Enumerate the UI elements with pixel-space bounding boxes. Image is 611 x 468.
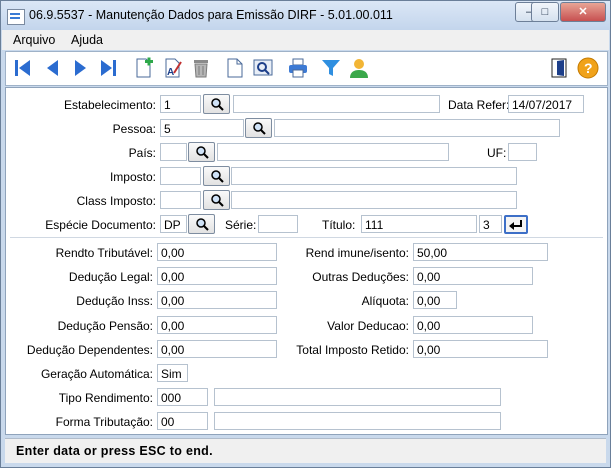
search-icon: [196, 146, 209, 159]
search-icon: [211, 194, 224, 207]
estabelecimento-lookup-button[interactable]: [203, 94, 230, 114]
imposto-field[interactable]: [160, 167, 201, 185]
especie-lookup-button[interactable]: [188, 214, 215, 234]
first-icon[interactable]: [12, 57, 34, 79]
outras-deducoes-label: Outras Deduções:: [312, 270, 409, 284]
titulo-label: Título:: [322, 218, 356, 232]
total-imposto-retido-field[interactable]: 0,00: [413, 340, 548, 358]
close-button[interactable]: ✕: [560, 2, 606, 22]
search-icon: [253, 122, 266, 135]
status-bar: Enter data or press ESC to end.: [5, 438, 606, 463]
estabelecimento-desc: [233, 95, 440, 113]
svg-text:A: A: [167, 67, 174, 78]
add-icon[interactable]: [133, 57, 155, 79]
especie-field[interactable]: DP: [160, 215, 187, 233]
class-imposto-field[interactable]: [160, 191, 201, 209]
deducao-legal-label: Dedução Legal:: [68, 270, 153, 284]
new-doc-icon[interactable]: [224, 57, 246, 79]
svg-text:?: ?: [584, 60, 593, 76]
menu-arquivo[interactable]: Arquivo: [13, 33, 55, 47]
search-icon: [196, 218, 209, 231]
geracao-automatica-label: Geração Automática:: [40, 367, 153, 381]
title-bar: 06.9.5537 - Manutenção Dados para Emissã…: [1, 1, 610, 30]
deducao-pensao-label: Dedução Pensão:: [57, 319, 153, 333]
aliquota-field[interactable]: 0,00: [413, 291, 457, 309]
forma-tributacao-desc: [214, 412, 501, 430]
class-imposto-desc: [231, 191, 517, 209]
search-icon: [211, 98, 224, 111]
next-icon[interactable]: [69, 57, 91, 79]
edit-icon[interactable]: A: [162, 57, 184, 79]
status-text: Enter data or press ESC to end.: [16, 444, 213, 458]
geracao-automatica-field[interactable]: Sim: [157, 364, 188, 382]
pessoa-desc: [274, 119, 560, 137]
data-refer-field[interactable]: 14/07/2017: [508, 95, 584, 113]
pessoa-label: Pessoa:: [112, 122, 156, 136]
estabelecimento-field[interactable]: 1: [160, 95, 201, 113]
help-icon[interactable]: ?: [577, 57, 599, 79]
maximize-button[interactable]: □: [531, 2, 559, 22]
pais-field[interactable]: [160, 143, 187, 161]
deducao-dependentes-label: Dedução Dependentes:: [26, 343, 153, 357]
titulo-field[interactable]: 111: [361, 215, 477, 233]
app-icon: [7, 9, 25, 25]
rend-imune-label: Rend imune/isento:: [305, 246, 409, 260]
valor-deducao-field[interactable]: 0,00: [413, 316, 533, 334]
confirm-button[interactable]: [504, 215, 528, 234]
prev-icon[interactable]: [42, 57, 64, 79]
especie-label: Espécie Documento:: [45, 218, 156, 232]
print-icon[interactable]: [287, 57, 309, 79]
forma-tributacao-field[interactable]: 00: [157, 412, 208, 430]
filter-icon[interactable]: [320, 57, 342, 79]
deducao-inss-label: Dedução Inss:: [76, 294, 153, 308]
uf-label: UF:: [487, 146, 507, 160]
serie-label: Série:: [225, 218, 257, 232]
aliquota-label: Alíquota:: [361, 294, 409, 308]
main-window: 06.9.5537 - Manutenção Dados para Emissã…: [0, 0, 611, 468]
enter-arrow-icon: [509, 220, 522, 230]
parcela-field[interactable]: 3: [479, 215, 502, 233]
deducao-pensao-field[interactable]: 0,00: [157, 316, 277, 334]
pais-desc: [217, 143, 449, 161]
valor-deducao-label: Valor Deducao:: [327, 319, 409, 333]
tipo-rendimento-desc: [214, 388, 501, 406]
pessoa-field[interactable]: 5: [160, 119, 244, 137]
deducao-inss-field[interactable]: 0,00: [157, 291, 277, 309]
tipo-rendimento-field[interactable]: 000: [157, 388, 208, 406]
rendto-tributavel-field[interactable]: 0,00: [157, 243, 277, 261]
rend-imune-field[interactable]: 50,00: [413, 243, 548, 261]
window-title: 06.9.5537 - Manutenção Dados para Emissã…: [29, 8, 393, 22]
user-icon[interactable]: [348, 57, 370, 79]
menu-bar: Arquivo Ajuda: [2, 30, 609, 50]
outras-deducoes-field[interactable]: 0,00: [413, 267, 533, 285]
pais-label: País:: [128, 146, 156, 160]
data-refer-label: Data Refer:: [448, 98, 510, 112]
deducao-legal-field[interactable]: 0,00: [157, 267, 277, 285]
delete-icon[interactable]: [190, 57, 212, 79]
tipo-rendimento-label: Tipo Rendimento:: [58, 391, 153, 405]
imposto-desc: [231, 167, 517, 185]
menu-ajuda[interactable]: Ajuda: [71, 33, 103, 47]
pais-lookup-button[interactable]: [188, 142, 215, 162]
pessoa-lookup-button[interactable]: [245, 118, 272, 138]
forma-tributacao-label: Forma Tributação:: [55, 415, 153, 429]
section-divider: [10, 237, 603, 238]
estabelecimento-label: Estabelecimento:: [63, 98, 156, 112]
uf-field[interactable]: [508, 143, 537, 161]
class-imposto-label: Class Imposto:: [76, 194, 156, 208]
last-icon[interactable]: [97, 57, 119, 79]
rendto-tributavel-label: Rendto Tributável:: [55, 246, 153, 260]
search-icon: [211, 170, 224, 183]
imposto-label: Imposto:: [109, 170, 156, 184]
class-imposto-lookup-button[interactable]: [203, 190, 230, 210]
deducao-dependentes-field[interactable]: 0,00: [157, 340, 277, 358]
form-panel: Estabelecimento: 1 Data Refer: 14/07/201…: [5, 87, 608, 435]
serie-field[interactable]: [258, 215, 298, 233]
toolbar: A ?: [5, 51, 608, 86]
zoom-icon[interactable]: [252, 57, 274, 79]
total-imposto-retido-label: Total Imposto Retido:: [296, 343, 409, 357]
exit-icon[interactable]: [548, 57, 570, 79]
imposto-lookup-button[interactable]: [203, 166, 230, 186]
